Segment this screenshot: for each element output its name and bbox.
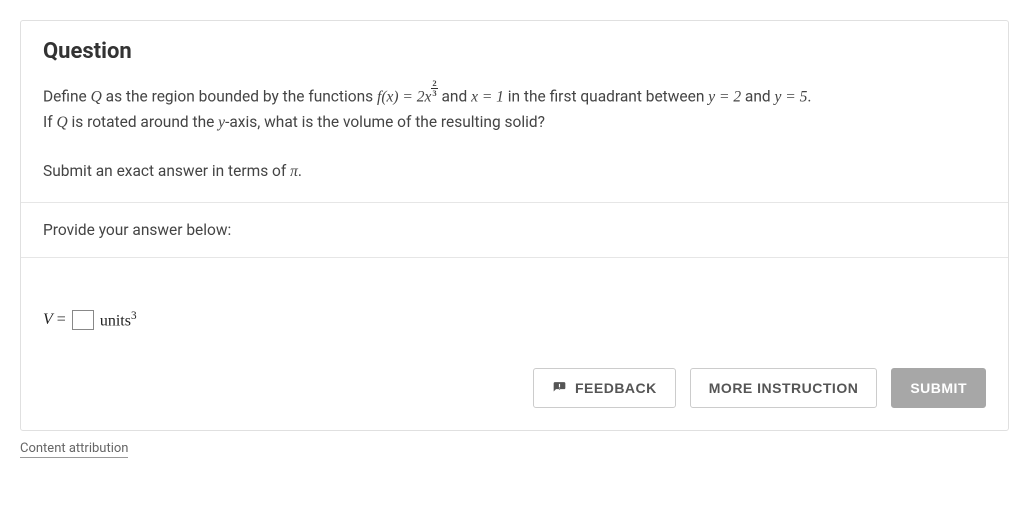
content-attribution[interactable]: Content attribution <box>20 441 1009 456</box>
button-row: FEEDBACK MORE INSTRUCTION SUBMIT <box>21 352 1008 430</box>
text: is rotated around the <box>68 113 219 131</box>
math-x1: x = 1 <box>471 89 504 106</box>
math-y5: y = 5 <box>775 89 808 106</box>
provide-label: Provide your answer below: <box>43 221 986 239</box>
answer-eq: = <box>57 311 66 328</box>
question-section: Question Define Q as the region bounded … <box>21 21 1008 203</box>
more-instruction-button[interactable]: MORE INSTRUCTION <box>690 368 878 408</box>
text: in the first quadrant between <box>504 88 708 106</box>
math-y2: y = 2 <box>708 89 741 106</box>
submit-label: SUBMIT <box>910 380 967 396</box>
hint-text-end: . <box>298 162 302 180</box>
feedback-icon <box>552 381 567 395</box>
math-exponent-frac: 23 <box>431 79 437 97</box>
provide-section: Provide your answer below: <box>21 203 1008 258</box>
question-heading: Question <box>43 39 986 64</box>
answer-V: V <box>43 311 53 328</box>
feedback-label: FEEDBACK <box>575 380 657 396</box>
hint-text: Submit an exact answer in terms of <box>43 162 290 180</box>
math-Q2: Q <box>56 114 67 131</box>
attribution-link[interactable]: Content attribution <box>20 441 128 458</box>
text: -axis, what is the volume of the resulti… <box>225 113 545 131</box>
math-pi: π <box>290 163 298 180</box>
question-card: Question Define Q as the region bounded … <box>20 20 1009 431</box>
submit-button[interactable]: SUBMIT <box>891 368 986 408</box>
text: If <box>43 113 56 131</box>
frac-den: 3 <box>431 89 437 98</box>
text: . <box>807 88 811 106</box>
units-exp: 3 <box>131 310 137 322</box>
text: and <box>741 88 774 106</box>
answer-input[interactable] <box>72 310 94 330</box>
units-text: units <box>100 312 131 329</box>
text: and <box>438 88 471 106</box>
answer-area: V = units3 <box>21 258 1008 352</box>
math-Q: Q <box>91 89 102 106</box>
answer-line: V = units3 <box>43 310 986 330</box>
math-fx: f(x) = 2x <box>377 89 431 106</box>
text: Define <box>43 88 91 106</box>
more-label: MORE INSTRUCTION <box>709 380 859 396</box>
question-body: Define Q as the region bounded by the fu… <box>43 82 986 184</box>
feedback-button[interactable]: FEEDBACK <box>533 368 676 408</box>
answer-units: units3 <box>100 310 137 330</box>
text: as the region bounded by the functions <box>102 88 377 106</box>
